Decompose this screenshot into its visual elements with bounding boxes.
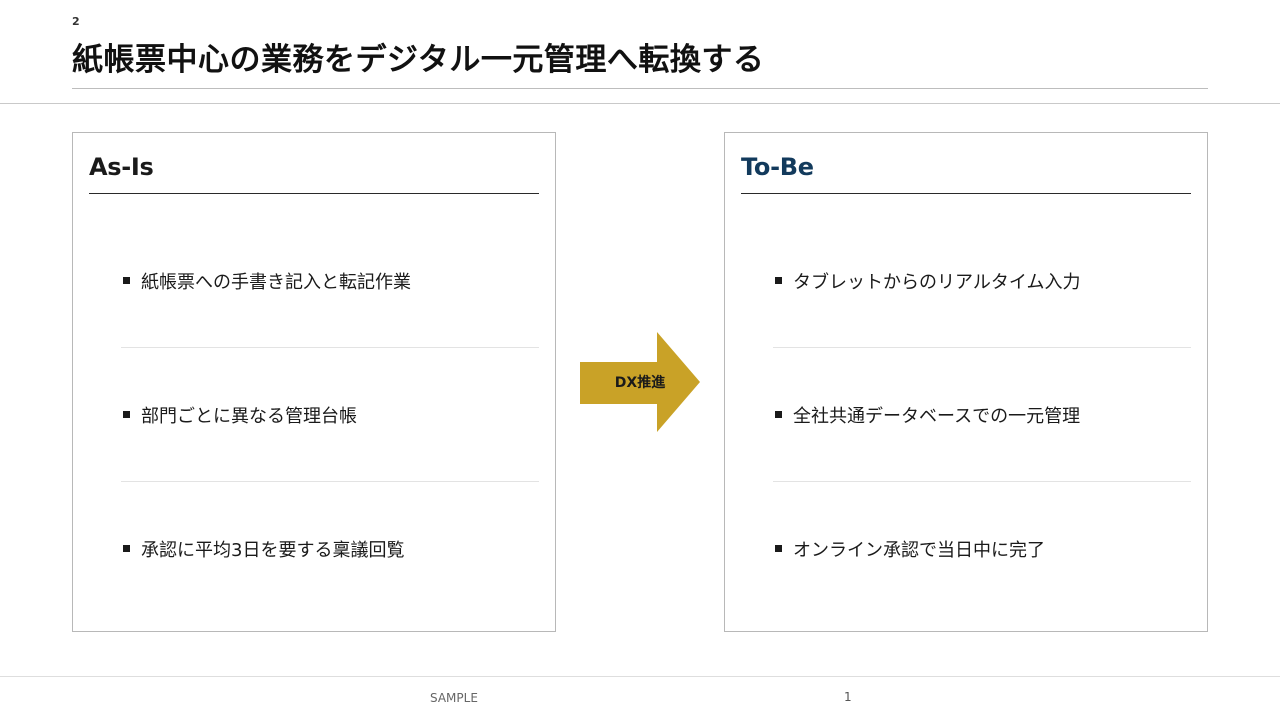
to-be-item-text: タブレットからのリアルタイム入力 — [793, 272, 1081, 293]
page-number: 1 — [844, 690, 852, 704]
to-be-item: 全社共通データベースでの一元管理 — [773, 347, 1191, 482]
as-is-heading-divider — [89, 193, 539, 194]
dx-arrow-label: DX推進 — [614, 375, 666, 391]
to-be-item-text: オンライン承認で当日中に完了 — [793, 540, 1045, 561]
as-is-item-text: 承認に平均3日を要する稟議回覧 — [141, 540, 405, 561]
header-divider — [0, 103, 1280, 104]
square-bullet-icon — [123, 545, 130, 552]
as-is-item: 承認に平均3日を要する稟議回覧 — [121, 481, 539, 615]
title-divider — [72, 88, 1208, 89]
as-is-item: 部門ごとに異なる管理台帳 — [121, 347, 539, 482]
to-be-panel: To-Be タブレットからのリアルタイム入力 全社共通データベースでの一元管理 … — [724, 132, 1208, 632]
to-be-item-text: 全社共通データベースでの一元管理 — [793, 406, 1081, 427]
square-bullet-icon — [123, 411, 130, 418]
as-is-item-text: 紙帳票への手書き記入と転記作業 — [141, 272, 411, 293]
slide-title: 紙帳票中心の業務をデジタル一元管理へ転換する — [72, 42, 765, 78]
to-be-heading: To-Be — [741, 153, 814, 181]
to-be-heading-divider — [741, 193, 1191, 194]
square-bullet-icon — [775, 545, 782, 552]
as-is-heading: As-Is — [89, 153, 154, 181]
to-be-item: オンライン承認で当日中に完了 — [773, 481, 1191, 615]
as-is-item-text: 部門ごとに異なる管理台帳 — [141, 406, 357, 427]
square-bullet-icon — [775, 411, 782, 418]
to-be-item: タブレットからのリアルタイム入力 — [773, 213, 1191, 348]
square-bullet-icon — [123, 277, 130, 284]
slide: 2 紙帳票中心の業務をデジタル一元管理へ転換する As-Is 紙帳票への手書き記… — [0, 0, 1280, 720]
slide-number-top: 2 — [72, 15, 80, 28]
as-is-item: 紙帳票への手書き記入と転記作業 — [121, 213, 539, 348]
dx-arrow: DX推進 — [580, 332, 700, 432]
footer-label: SAMPLE — [430, 691, 478, 705]
as-is-panel: As-Is 紙帳票への手書き記入と転記作業 部門ごとに異なる管理台帳 承認に平均… — [72, 132, 556, 632]
square-bullet-icon — [775, 277, 782, 284]
footer-divider — [0, 676, 1280, 677]
